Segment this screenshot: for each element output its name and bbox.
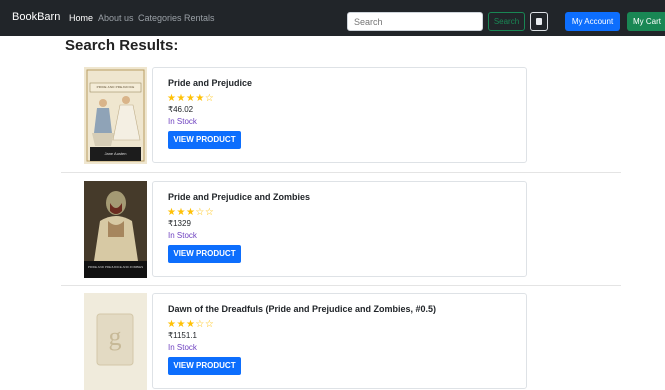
nav-link-rentals[interactable]: Rentals (184, 13, 215, 23)
star-filled-icon: ★ (195, 93, 205, 104)
star-filled-icon: ★ (185, 319, 196, 330)
star-empty-icon: ☆ (204, 207, 215, 218)
star-filled-icon: ★ (176, 93, 186, 104)
nav-link-about[interactable]: About us (98, 13, 134, 23)
star-rating: ★★★★☆ (167, 93, 214, 104)
stock-status: In Stock (168, 231, 197, 240)
star-empty-icon: ☆ (204, 319, 215, 330)
divider (61, 172, 621, 173)
book-title[interactable]: Pride and Prejudice and Zombies (168, 192, 310, 202)
book-title[interactable]: Pride and Prejudice (168, 78, 252, 88)
navbar: BookBarn Home About us Categories Rental… (0, 0, 665, 36)
star-filled-icon: ★ (185, 93, 196, 104)
search-button[interactable]: Search (488, 12, 525, 31)
book-title[interactable]: Dawn of the Dreadfuls (Pride and Prejudi… (168, 304, 436, 314)
cover-author-text: Jane Austen (104, 151, 127, 156)
search-input[interactable] (347, 12, 483, 31)
search-result-card: Pride and Prejudice ★★★★☆ ₹46.02 In Stoc… (152, 67, 527, 163)
book-cover-placeholder[interactable]: g (84, 293, 147, 390)
star-filled-icon: ★ (185, 207, 196, 218)
theme-toggle-button[interactable] (530, 12, 548, 31)
star-rating: ★★★☆☆ (167, 207, 214, 218)
book-cover-pride-and-prejudice-and-zombies[interactable]: PRIDE AND PREJUDICE AND ZOMBIES (84, 181, 147, 278)
view-product-button[interactable]: VIEW PRODUCT (168, 357, 241, 375)
brand-logo[interactable]: BookBarn (12, 11, 60, 23)
book-cover-pride-and-prejudice[interactable]: PRIDE AND PREJUDICE Jane Austen (84, 67, 147, 164)
book-price: ₹1151.1 (168, 331, 197, 340)
search-result-card: Pride and Prejudice and Zombies ★★★☆☆ ₹1… (152, 181, 527, 277)
search-result-card: Dawn of the Dreadfuls (Pride and Prejudi… (152, 293, 527, 389)
cover-title-text: PRIDE AND PREJUDICE AND ZOMBIES (87, 265, 144, 269)
stock-status: In Stock (168, 117, 197, 126)
star-empty-icon: ☆ (195, 319, 205, 330)
square-icon (536, 18, 542, 25)
page-title: Search Results: (65, 37, 179, 54)
book-price: ₹46.02 (168, 105, 194, 114)
star-filled-icon: ★ (176, 207, 186, 218)
book-price: ₹1329 (168, 219, 191, 228)
view-product-button[interactable]: VIEW PRODUCT (168, 131, 241, 149)
placeholder-book-icon: g (108, 322, 122, 351)
nav-link-categories[interactable]: Categories (138, 13, 182, 23)
my-cart-button[interactable]: My Cart (627, 12, 665, 31)
star-filled-icon: ★ (176, 319, 186, 330)
nav-link-home[interactable]: Home (69, 13, 93, 23)
star-empty-icon: ☆ (204, 93, 215, 104)
star-rating: ★★★☆☆ (167, 319, 214, 330)
star-empty-icon: ☆ (195, 207, 205, 218)
cover-title-text: PRIDE AND PREJUDICE (96, 85, 135, 89)
my-account-button[interactable]: My Account (565, 12, 620, 31)
stock-status: In Stock (168, 343, 197, 352)
divider (61, 285, 621, 286)
view-product-button[interactable]: VIEW PRODUCT (168, 245, 241, 263)
